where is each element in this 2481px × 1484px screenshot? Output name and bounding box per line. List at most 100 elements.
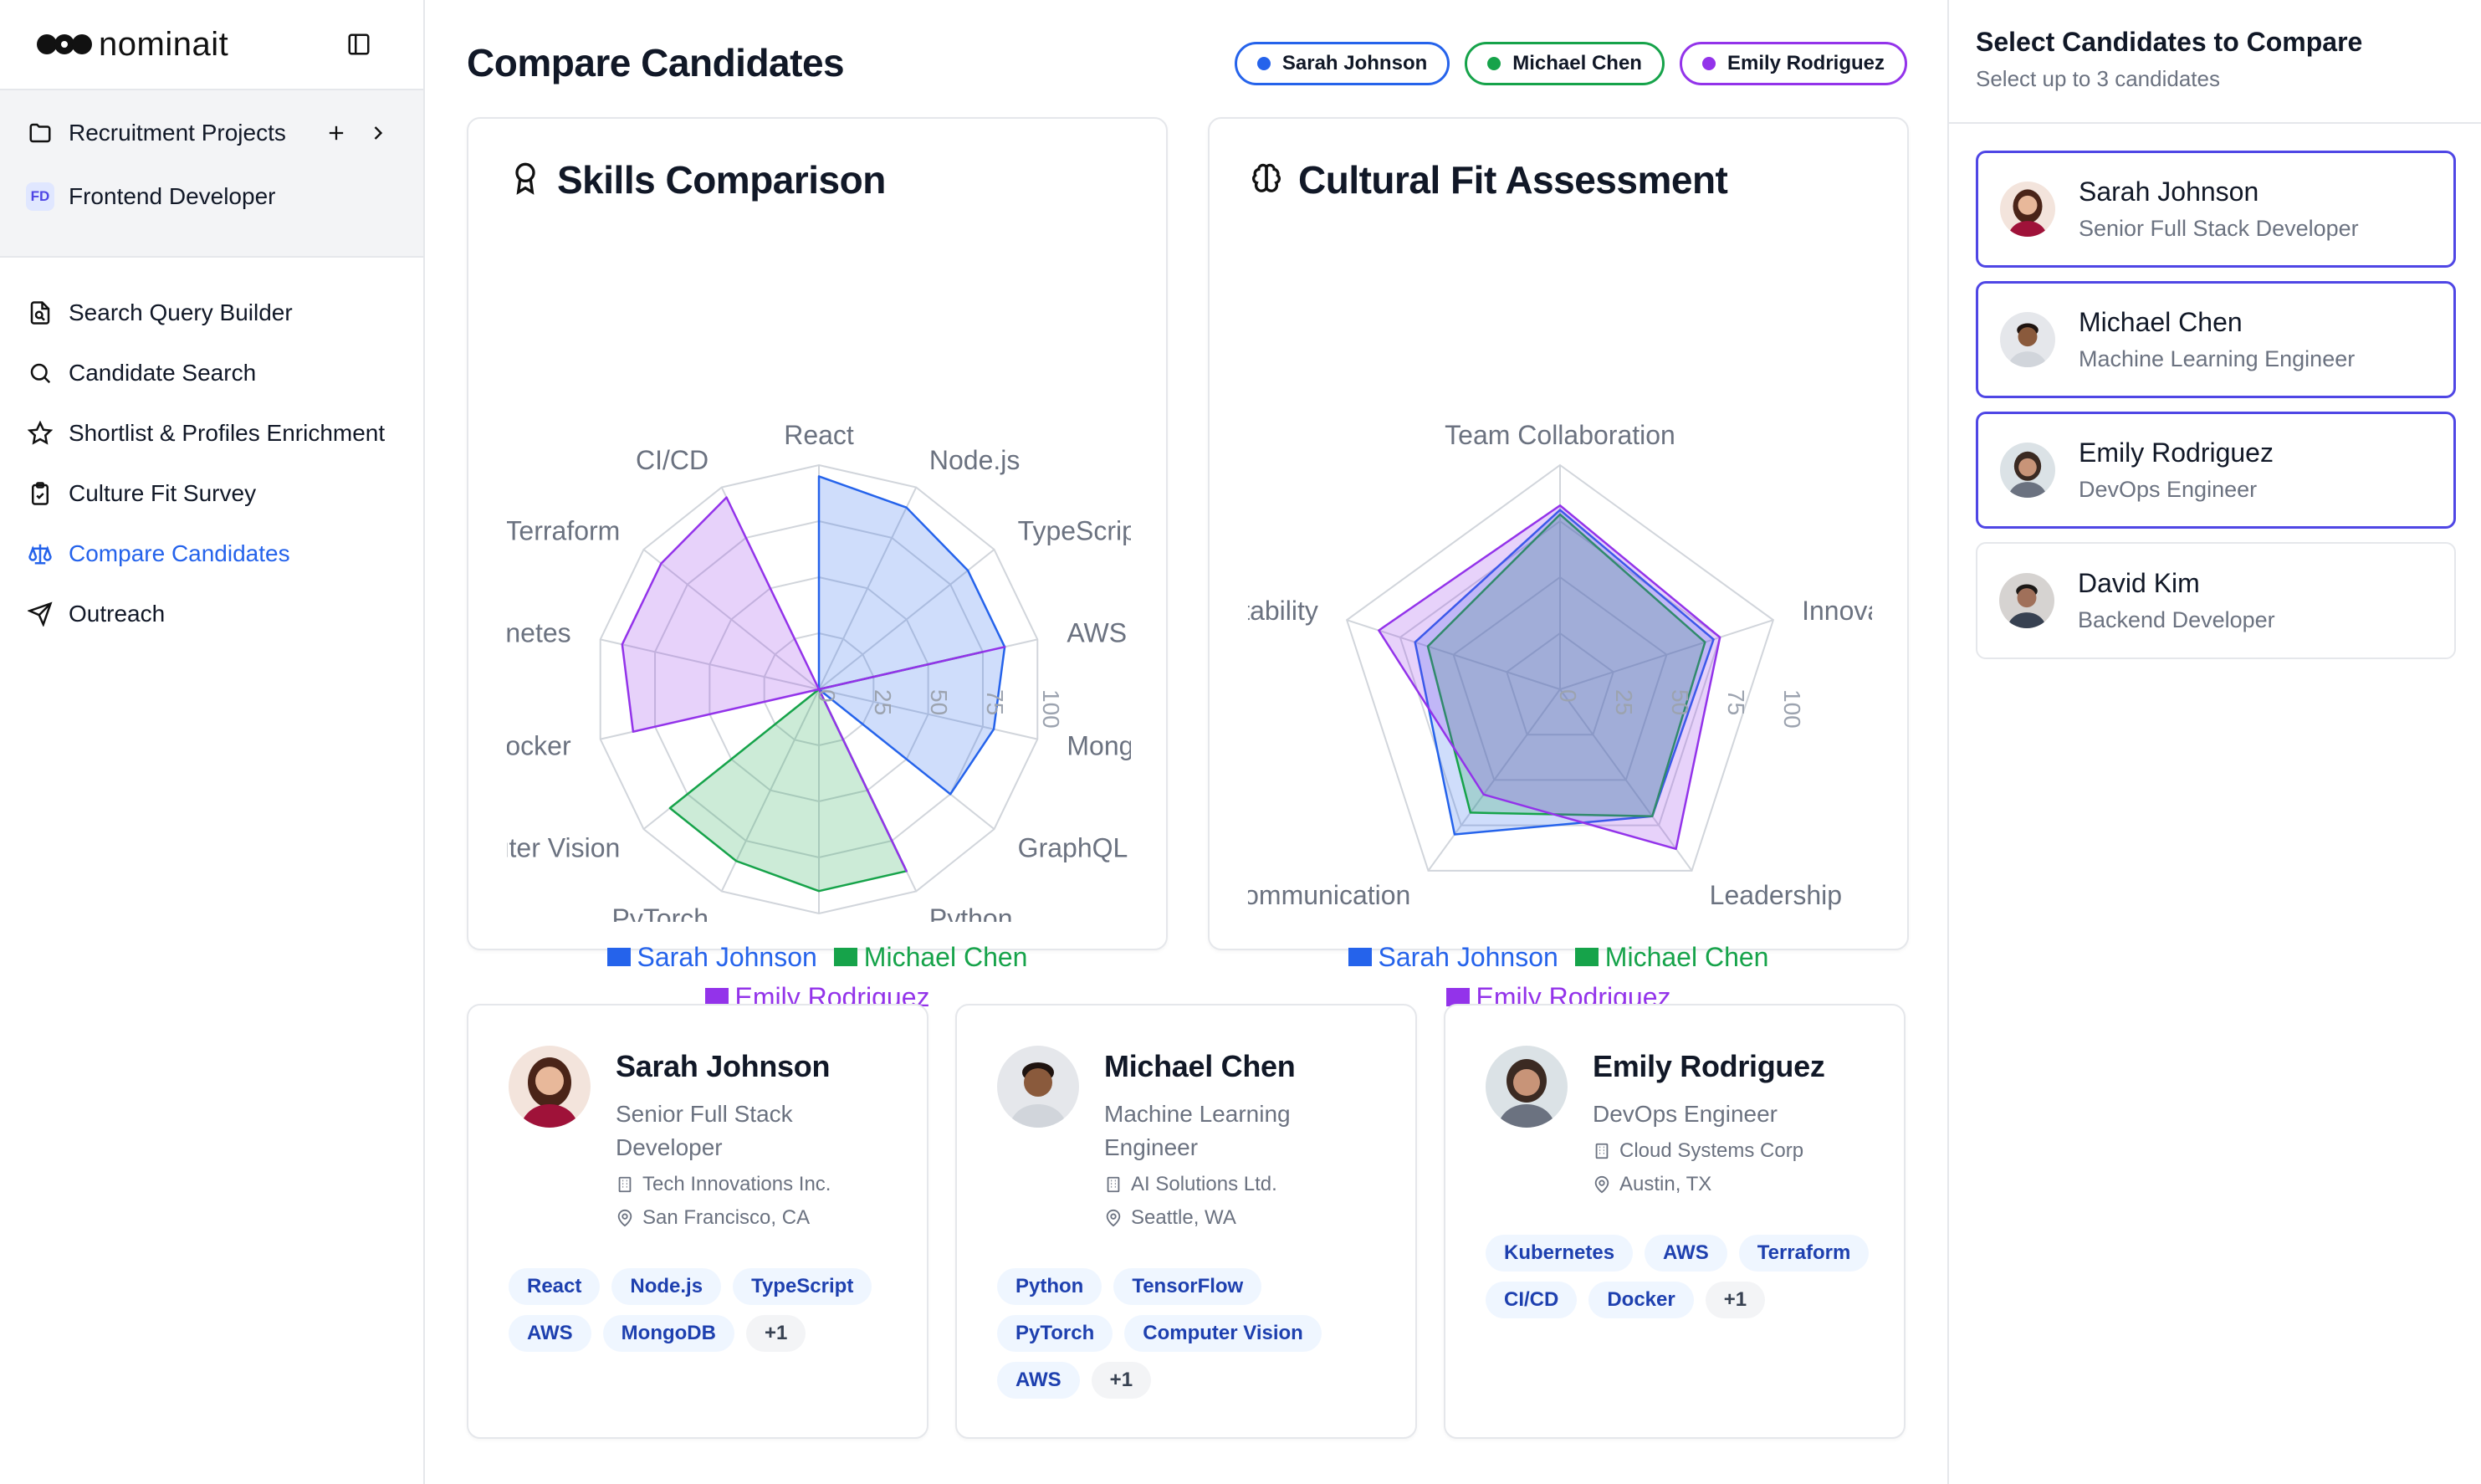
sidebar-item-label: Candidate Search [69,360,257,386]
candidate-name: Michael Chen [2079,307,2243,337]
skill-tag: Kubernetes [1486,1235,1634,1272]
file-search-icon [25,298,55,328]
candidate-name: Emily Rodriguez [2079,438,2274,468]
tick-label: 25 [1611,689,1637,715]
candidate-company: AI Solutions Ltd. [1104,1168,1389,1201]
sidebar-header: nominait [0,0,423,89]
culture-radar-chart: 0 25 50 75 100 Team Collaboration Innova Leader… [1248,420,1872,910]
skill-tag: Computer Vision [1124,1315,1322,1352]
axis-label: Docker [507,731,571,761]
panel-header: Select Candidates to Compare Select up t… [1949,0,2481,124]
avatar [509,1046,591,1128]
axis-label: Node.js [929,445,1021,475]
skill-tag: CI/CD [1486,1282,1578,1318]
sidebar-item-candidate-search[interactable]: Candidate Search [0,343,423,403]
axis-label: rnetes [507,617,571,647]
select-candidate-david-kim[interactable]: David Kim Backend Developer [1976,542,2456,659]
avatar [2000,312,2055,367]
legend-item-michael[interactable]: Michael Chen [1574,942,1768,973]
tick-label: 75 [1723,689,1749,715]
candidate-company: Tech Innovations Inc. [616,1168,900,1201]
candidate-card-emily-rodriguez[interactable]: Emily Rodriguez DevOps Engineer Cloud Sy… [1444,1004,1906,1439]
avatar [2000,443,2055,498]
legend-item-michael[interactable]: Michael Chen [833,942,1027,973]
logo[interactable]: nominait [37,26,228,64]
sidebar-item-compare-candidates[interactable]: Compare Candidates [0,524,423,584]
candidate-name: Sarah Johnson [616,1049,831,1083]
tick-label: 75 [982,689,1008,715]
recruitment-projects-label: Recruitment Projects [69,120,286,146]
cultural-fit-card: Cultural Fit Assessment 0 25 50 75 100 Team C… [1208,117,1909,1012]
candidate-title: DevOps Engineer [1593,1101,1778,1127]
candidate-role: Backend Developer [2078,607,2275,632]
candidate-name: Sarah Johnson [2079,177,2259,207]
brand-name: nominait [99,25,229,63]
map-pin-icon [1594,1175,1609,1194]
skill-tag: Docker [1588,1282,1694,1318]
chip-dot [1701,57,1716,70]
candidate-selection-panel: Select Candidates to Compare Select up t… [1947,0,2481,1484]
building-icon [618,1176,632,1193]
select-candidate-sarah-johnson[interactable]: Sarah Johnson Senior Full Stack Develope… [1976,151,2456,268]
chip-dot [1256,57,1271,70]
legend-item-sarah[interactable]: Sarah Johnson [1348,942,1558,973]
sidebar-item-label: Compare Candidates [69,540,290,566]
select-candidate-emily-rodriguez[interactable]: Emily Rodriguez DevOps Engineer [1976,412,2456,529]
axis-label: Python [929,903,1013,922]
project-name: Frontend Developer [69,183,276,209]
select-candidate-michael-chen[interactable]: Michael Chen Machine Learning Engineer [1976,281,2456,398]
projects-section: Recruitment Projects FD Frontend Develop… [0,89,423,258]
sidebar-toggle-icon[interactable] [343,28,375,60]
main-content: Compare Candidates Sarah Johnson Michael… [427,0,1947,1484]
skills-radar-chart: 0 25 50 75 100 React Node.js TypeScrip AWS Mong Gr… [507,420,1131,922]
skill-tag: Node.js [611,1268,722,1305]
candidate-role: Senior Full Stack Developer [2079,216,2359,241]
scale-icon [25,539,55,569]
avatar [2000,182,2055,237]
chip-sarah-johnson[interactable]: Sarah Johnson [1234,42,1450,85]
sidebar-nav: Search Query Builder Candidate Search Sh… [0,258,423,644]
sidebar-item-shortlist[interactable]: Shortlist & Profiles Enrichment [0,403,423,463]
chevron-right-icon[interactable] [366,121,390,145]
more-skills-tag[interactable]: +1 [1705,1282,1766,1318]
chip-dot [1487,57,1501,70]
skill-tags: Kubernetes AWS Terraform CI/CD Docker +1 [1486,1235,1870,1318]
candidate-title: Senior Full Stack Developer [616,1101,793,1160]
clipboard-check-icon [25,478,55,509]
candidate-card-michael-chen[interactable]: Michael Chen Machine Learning Engineer A… [955,1004,1417,1439]
folder-icon [25,118,55,148]
more-skills-tag[interactable]: +1 [745,1315,806,1352]
sidebar-item-label: Culture Fit Survey [69,480,257,506]
chip-label: Sarah Johnson [1281,52,1428,74]
search-icon [25,358,55,388]
skill-tag: Python [997,1268,1102,1305]
candidate-company: Cloud Systems Corp [1593,1134,1877,1168]
sidebar-item-search-query-builder[interactable]: Search Query Builder [0,283,423,343]
map-pin-icon [1106,1209,1121,1227]
recruitment-projects-header[interactable]: Recruitment Projects [0,112,423,154]
tick-label: 50 [926,689,952,715]
sidebar-item-culture-fit-survey[interactable]: Culture Fit Survey [0,463,423,524]
chip-label: Emily Rodriguez [1726,52,1885,74]
skill-tag: TensorFlow [1113,1268,1262,1305]
skill-tag: AWS [509,1315,591,1352]
candidate-card-sarah-johnson[interactable]: Sarah Johnson Senior Full Stack Develope… [467,1004,928,1439]
candidate-title: Machine Learning Engineer [1104,1101,1291,1160]
avatar [1486,1046,1568,1128]
chip-emily-rodriguez[interactable]: Emily Rodriguez [1679,42,1907,85]
axis-label: GraphQL [1018,833,1128,863]
project-item-frontend-developer[interactable]: FD Frontend Developer [0,176,423,217]
sidebar-item-label: Search Query Builder [69,299,293,325]
skills-chart-title: Skills Comparison [557,158,886,202]
star-icon [25,418,55,448]
candidate-location: Austin, TX [1593,1168,1877,1201]
plus-icon[interactable] [325,121,348,145]
sidebar-item-outreach[interactable]: Outreach [0,584,423,644]
page-title: Compare Candidates [467,41,845,84]
sidebar-item-label: Outreach [69,601,166,627]
tick-label: 100 [1038,689,1064,729]
more-skills-tag[interactable]: +1 [1091,1362,1152,1399]
chip-michael-chen[interactable]: Michael Chen [1465,42,1665,85]
axis-label: CI/CD [636,445,708,475]
legend-item-sarah[interactable]: Sarah Johnson [606,942,817,973]
